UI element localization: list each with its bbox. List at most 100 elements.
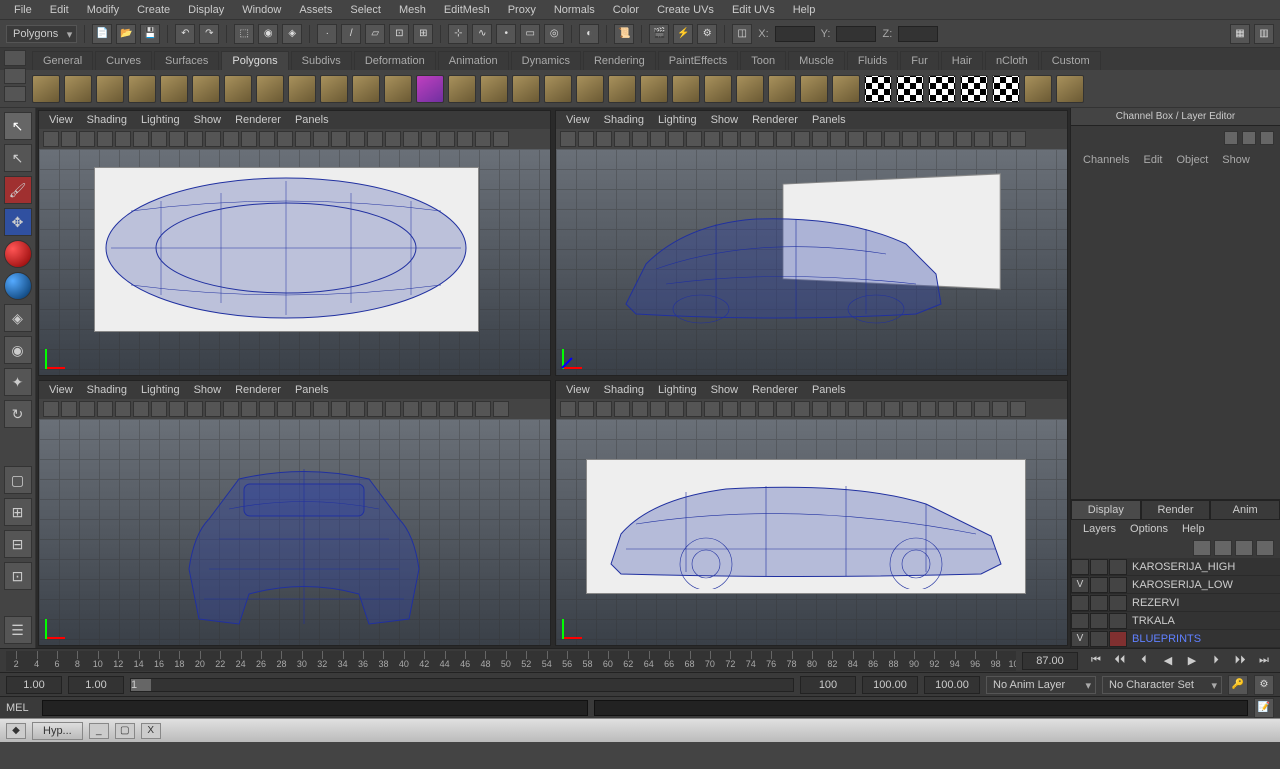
vp-tool-icon[interactable] [169, 131, 185, 147]
vp-menu-renderer[interactable]: Renderer [229, 384, 287, 396]
vp-tool-icon[interactable] [205, 131, 221, 147]
scale-tool[interactable] [4, 272, 32, 300]
shelf-options-icon[interactable] [4, 68, 26, 84]
menu-createuvs[interactable]: Create UVs [649, 2, 722, 18]
vp-menu-lighting[interactable]: Lighting [652, 114, 703, 126]
snap-grid-icon[interactable]: ⊹ [448, 24, 468, 44]
insert-edge-icon[interactable] [608, 75, 636, 103]
layer-vis-box[interactable]: V [1071, 631, 1089, 647]
vp-menu-lighting[interactable]: Lighting [652, 384, 703, 396]
range-slider[interactable]: 1 [130, 678, 794, 692]
layer-menu-help[interactable]: Help [1176, 523, 1211, 535]
vp-tool-icon[interactable] [79, 401, 95, 417]
vp-tool-icon[interactable] [758, 131, 774, 147]
shelf-tab-hair[interactable]: Hair [941, 51, 983, 70]
shelf-tab-surfaces[interactable]: Surfaces [154, 51, 219, 70]
shelf-tab-rendering[interactable]: Rendering [583, 51, 656, 70]
vp-tool-icon[interactable] [866, 401, 882, 417]
layer-menu-options[interactable]: Options [1124, 523, 1174, 535]
append-icon[interactable] [576, 75, 604, 103]
vp-tool-icon[interactable] [740, 401, 756, 417]
vp-tool-icon[interactable] [668, 131, 684, 147]
viewport-side-canvas[interactable] [556, 419, 1067, 645]
select-hierarchy-icon[interactable]: ⬚ [234, 24, 254, 44]
shelf-tab-ncloth[interactable]: nCloth [985, 51, 1039, 70]
viewport-persp-canvas[interactable] [556, 149, 1067, 375]
select-vertex-icon[interactable]: · [317, 24, 337, 44]
menu-help[interactable]: Help [785, 2, 824, 18]
layer-color-box[interactable] [1109, 631, 1127, 647]
poly-pyramid-icon[interactable] [224, 75, 252, 103]
step-back-icon[interactable]: ⏴⏴ [1110, 652, 1130, 670]
vp-tool-icon[interactable] [650, 131, 666, 147]
play-back-icon[interactable]: ◀ [1158, 652, 1178, 670]
vp-tool-icon[interactable] [812, 131, 828, 147]
viewport-front[interactable]: View Shading Lighting Show Renderer Pane… [38, 380, 551, 646]
vp-tool-icon[interactable] [241, 131, 257, 147]
layer-del-icon[interactable] [1256, 540, 1274, 556]
vp-tool-icon[interactable] [848, 131, 864, 147]
vp-menu-shading[interactable]: Shading [598, 384, 650, 396]
uv-cylindrical-icon[interactable] [896, 75, 924, 103]
range-end1-input[interactable]: 100 [800, 676, 856, 694]
vp-tool-icon[interactable] [830, 131, 846, 147]
vp-tool-icon[interactable] [79, 131, 95, 147]
vp-tool-icon[interactable] [43, 401, 59, 417]
menu-window[interactable]: Window [234, 2, 289, 18]
go-end-icon[interactable]: ⏭ [1254, 652, 1274, 670]
uv-auto-icon[interactable] [960, 75, 988, 103]
key-fwd-icon[interactable]: ⏵ [1206, 652, 1226, 670]
shelf-trash-icon[interactable] [4, 86, 26, 102]
vp-tool-icon[interactable] [169, 401, 185, 417]
poly-cone-icon[interactable] [128, 75, 156, 103]
four-pane-icon[interactable]: ⊞ [4, 498, 32, 526]
vp-menu-renderer[interactable]: Renderer [746, 114, 804, 126]
vp-tool-icon[interactable] [385, 401, 401, 417]
timeline-ruler[interactable]: 2468101214161820222426283032343638404244… [6, 651, 1016, 671]
vp-menu-view[interactable]: View [43, 384, 79, 396]
vp-tool-icon[interactable] [704, 131, 720, 147]
anim-layer-selector[interactable]: No Anim Layer [986, 676, 1096, 694]
poly-platonic-icon[interactable] [352, 75, 380, 103]
shelf-editor-icon[interactable] [4, 50, 26, 66]
poly-prism-icon[interactable] [384, 75, 412, 103]
layer-tab-display[interactable]: Display [1071, 500, 1141, 520]
menu-color[interactable]: Color [605, 2, 647, 18]
layer-vis-box[interactable] [1071, 559, 1089, 575]
step-fwd-icon[interactable]: ⏵⏵ [1230, 652, 1250, 670]
layer-name[interactable]: TRKALA [1128, 615, 1175, 627]
layer-add-icon[interactable] [1214, 540, 1232, 556]
shelf-tab-custom[interactable]: Custom [1041, 51, 1101, 70]
vp-tool-icon[interactable] [758, 401, 774, 417]
open-scene-icon[interactable]: 📂 [116, 24, 136, 44]
vp-tool-icon[interactable] [812, 401, 828, 417]
vp-tool-icon[interactable] [920, 401, 936, 417]
soft-select-tool[interactable]: ◉ [4, 336, 32, 364]
vp-tool-icon[interactable] [493, 401, 509, 417]
vp-tool-icon[interactable] [614, 131, 630, 147]
character-set-selector[interactable]: No Character Set [1102, 676, 1222, 694]
vp-tool-icon[interactable] [223, 131, 239, 147]
two-pane-v-icon[interactable]: ⊡ [4, 562, 32, 590]
menu-normals[interactable]: Normals [546, 2, 603, 18]
vp-tool-icon[interactable] [902, 401, 918, 417]
cb-icon2[interactable] [1242, 131, 1256, 145]
rotate-tool[interactable] [4, 240, 32, 268]
outliner-icon[interactable]: ☰ [4, 616, 32, 644]
vp-tool-icon[interactable] [313, 401, 329, 417]
vp-tool-icon[interactable] [686, 401, 702, 417]
vp-tool-icon[interactable] [884, 401, 900, 417]
vp-menu-panels[interactable]: Panels [806, 114, 852, 126]
layer-row[interactable]: V KAROSERIJA_LOW [1071, 576, 1280, 594]
play-fwd-icon[interactable]: ▶ [1182, 652, 1202, 670]
shelf-tab-dynamics[interactable]: Dynamics [511, 51, 581, 70]
layer-type-box[interactable] [1090, 559, 1108, 575]
layer-color-box[interactable] [1109, 613, 1127, 629]
combine-icon[interactable] [448, 75, 476, 103]
vp-tool-icon[interactable] [187, 131, 203, 147]
shelf-tab-subdivs[interactable]: Subdivs [291, 51, 352, 70]
vp-menu-shading[interactable]: Shading [81, 384, 133, 396]
cb-icon1[interactable] [1224, 131, 1238, 145]
vp-tool-icon[interactable] [151, 131, 167, 147]
layer-tab-render[interactable]: Render [1141, 500, 1211, 520]
